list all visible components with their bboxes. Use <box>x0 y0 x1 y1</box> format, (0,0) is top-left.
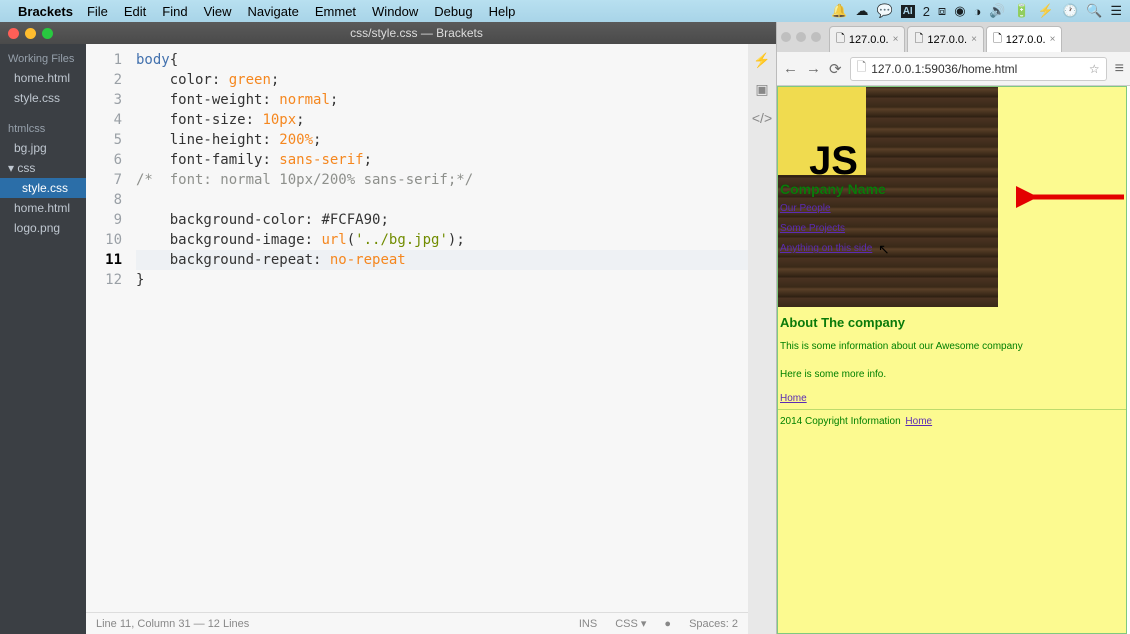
annotation-arrow-icon <box>1016 184 1126 210</box>
extension-manager-icon[interactable]: ▣ <box>755 81 768 98</box>
tree-folder-label: css <box>17 161 35 175</box>
page-paragraph: Here is some more info. <box>778 361 1126 389</box>
adobe-icon[interactable]: AI <box>901 5 915 18</box>
browser-tab-active[interactable]: 🗋 127.0.0.× <box>986 26 1062 52</box>
sync-icon[interactable]: ◉ <box>954 3 965 19</box>
menubar-right: 🔔 ☁ 💬 AI 2 ⧈ ◉ ◑ 🔊 🔋 ⚡ 🕐 🔍 ☰ <box>831 3 1122 19</box>
status-lang[interactable]: CSS ▾ <box>615 617 646 630</box>
menu-debug[interactable]: Debug <box>434 4 472 19</box>
menu-icon[interactable]: ☰ <box>1110 3 1122 19</box>
logo: JS <box>778 87 866 175</box>
working-file[interactable]: style.css <box>0 88 86 108</box>
app-name[interactable]: Brackets <box>18 4 73 19</box>
code-hint-icon[interactable]: </> <box>752 110 772 126</box>
mac-menubar: Brackets File Edit Find View Navigate Em… <box>0 0 1130 22</box>
line-gutter: 123456789101112 <box>86 44 132 612</box>
wifi-icon[interactable]: ⚡ <box>1038 3 1054 19</box>
browser-tab[interactable]: 🗋 127.0.0.× <box>907 26 983 52</box>
page-footer: 2014 Copyright Information Home <box>778 409 1126 434</box>
status-cursor: Line 11, Column 31 — 12 Lines <box>96 618 561 630</box>
zoom-window-icon[interactable] <box>42 28 53 39</box>
minimize-window-icon[interactable] <box>25 28 36 39</box>
browser-tabstrip: 🗋 127.0.0.× 🗋 127.0.0.× 🗋 127.0.0.× <box>777 22 1130 52</box>
page-h1: Company Name <box>778 179 998 199</box>
tree-file[interactable]: logo.png <box>0 218 86 238</box>
editor-titlebar: css/style.css — Brackets <box>0 22 776 44</box>
page-h2: About The company <box>778 313 1126 333</box>
working-file[interactable]: home.html <box>0 68 86 88</box>
status-bar: Line 11, Column 31 — 12 Lines INS CSS ▾ … <box>86 612 748 634</box>
editor-title: css/style.css — Brackets <box>65 26 768 40</box>
tree-folder[interactable]: ▾ css <box>0 158 86 178</box>
dropbox-icon[interactable]: ⧈ <box>938 3 946 19</box>
close-tab-icon[interactable]: × <box>971 34 977 45</box>
tab-label: 127.0.0. <box>1006 34 1046 46</box>
rendered-page: JS Company Name Our People Some Projects… <box>777 86 1127 634</box>
window-controls <box>8 28 53 39</box>
live-preview-icon[interactable]: ⚡ <box>753 52 770 69</box>
menu-navigate[interactable]: Navigate <box>248 4 299 19</box>
editor-sidebar: Working Files home.html style.css htmlcs… <box>0 44 86 634</box>
browser-window-controls <box>781 32 821 42</box>
menu-emmet[interactable]: Emmet <box>315 4 356 19</box>
browser-tab[interactable]: 🗋 127.0.0.× <box>829 26 905 52</box>
code-editor[interactable]: 123456789101112 body{ color: green; font… <box>86 44 748 612</box>
mouse-cursor-icon: ↖ <box>878 239 890 259</box>
menu-edit[interactable]: Edit <box>124 4 146 19</box>
menu-view[interactable]: View <box>204 4 232 19</box>
bookmark-icon[interactable]: ☆ <box>1089 62 1100 76</box>
background-image: JS Company Name Our People Some Projects… <box>778 87 998 307</box>
cloud-icon[interactable]: ☁ <box>856 3 869 19</box>
close-window-icon[interactable] <box>781 32 791 42</box>
code-lines[interactable]: body{ color: green; font-weight: normal;… <box>132 44 748 612</box>
footer-text: 2014 Copyright Information <box>780 416 903 427</box>
shield-icon[interactable]: ◑ <box>974 4 982 19</box>
chrome-window: 🗋 127.0.0.× 🗋 127.0.0.× 🗋 127.0.0.× ← → … <box>776 22 1130 634</box>
status-lint-icon[interactable]: ● <box>664 618 671 630</box>
bell-icon[interactable]: 🔔 <box>831 3 847 19</box>
page-icon: 🗋 <box>857 58 867 79</box>
nav-link[interactable]: Our People <box>778 199 998 219</box>
tree-file-selected[interactable]: style.css <box>0 178 86 198</box>
battery-icon[interactable]: 🔋 <box>1014 3 1030 19</box>
browser-toolbar: ← → ⟳ 🗋 127.0.0.1:59036/home.html ☆ ≡ <box>777 52 1130 86</box>
status-ins[interactable]: INS <box>579 618 597 630</box>
chrome-menu-icon[interactable]: ≡ <box>1115 60 1124 78</box>
tree-file[interactable]: bg.jpg <box>0 138 86 158</box>
menu-window[interactable]: Window <box>372 4 418 19</box>
nav-link[interactable]: Some Projects <box>778 219 998 239</box>
url-text: 127.0.0.1:59036/home.html <box>871 62 1017 76</box>
clock-icon[interactable]: 🕐 <box>1062 3 1078 19</box>
tab-label: 127.0.0. <box>849 34 889 46</box>
reload-icon[interactable]: ⟳ <box>829 60 842 78</box>
menu-find[interactable]: Find <box>162 4 187 19</box>
project-header[interactable]: htmlcss <box>0 120 86 138</box>
forward-icon[interactable]: → <box>806 60 821 77</box>
chat-icon[interactable]: 💬 <box>877 3 893 19</box>
minimize-window-icon[interactable] <box>796 32 806 42</box>
spotlight-icon[interactable]: 🔍 <box>1086 3 1102 19</box>
working-files-header: Working Files <box>0 50 86 68</box>
brackets-window: css/style.css — Brackets Working Files h… <box>0 22 776 634</box>
tree-file[interactable]: home.html <box>0 198 86 218</box>
status-spaces[interactable]: Spaces: 2 <box>689 618 738 630</box>
browser-viewport: JS Company Name Our People Some Projects… <box>777 86 1130 634</box>
code-area: 123456789101112 body{ color: green; font… <box>86 44 748 634</box>
close-window-icon[interactable] <box>8 28 19 39</box>
close-tab-icon[interactable]: × <box>1050 34 1056 45</box>
right-toolbar: ⚡ ▣ </> <box>748 44 776 634</box>
notification-count[interactable]: 2 <box>923 4 930 19</box>
address-bar[interactable]: 🗋 127.0.0.1:59036/home.html ☆ <box>850 57 1107 81</box>
nav-link-home[interactable]: Home <box>778 389 1126 409</box>
menu-help[interactable]: Help <box>489 4 516 19</box>
back-icon[interactable]: ← <box>783 60 798 77</box>
page-paragraph: This is some information about our Aweso… <box>778 333 1126 361</box>
volume-icon[interactable]: 🔊 <box>989 3 1005 19</box>
tab-label: 127.0.0. <box>927 34 967 46</box>
footer-link[interactable]: Home <box>903 416 932 427</box>
close-tab-icon[interactable]: × <box>893 34 899 45</box>
menu-file[interactable]: File <box>87 4 108 19</box>
zoom-window-icon[interactable] <box>811 32 821 42</box>
